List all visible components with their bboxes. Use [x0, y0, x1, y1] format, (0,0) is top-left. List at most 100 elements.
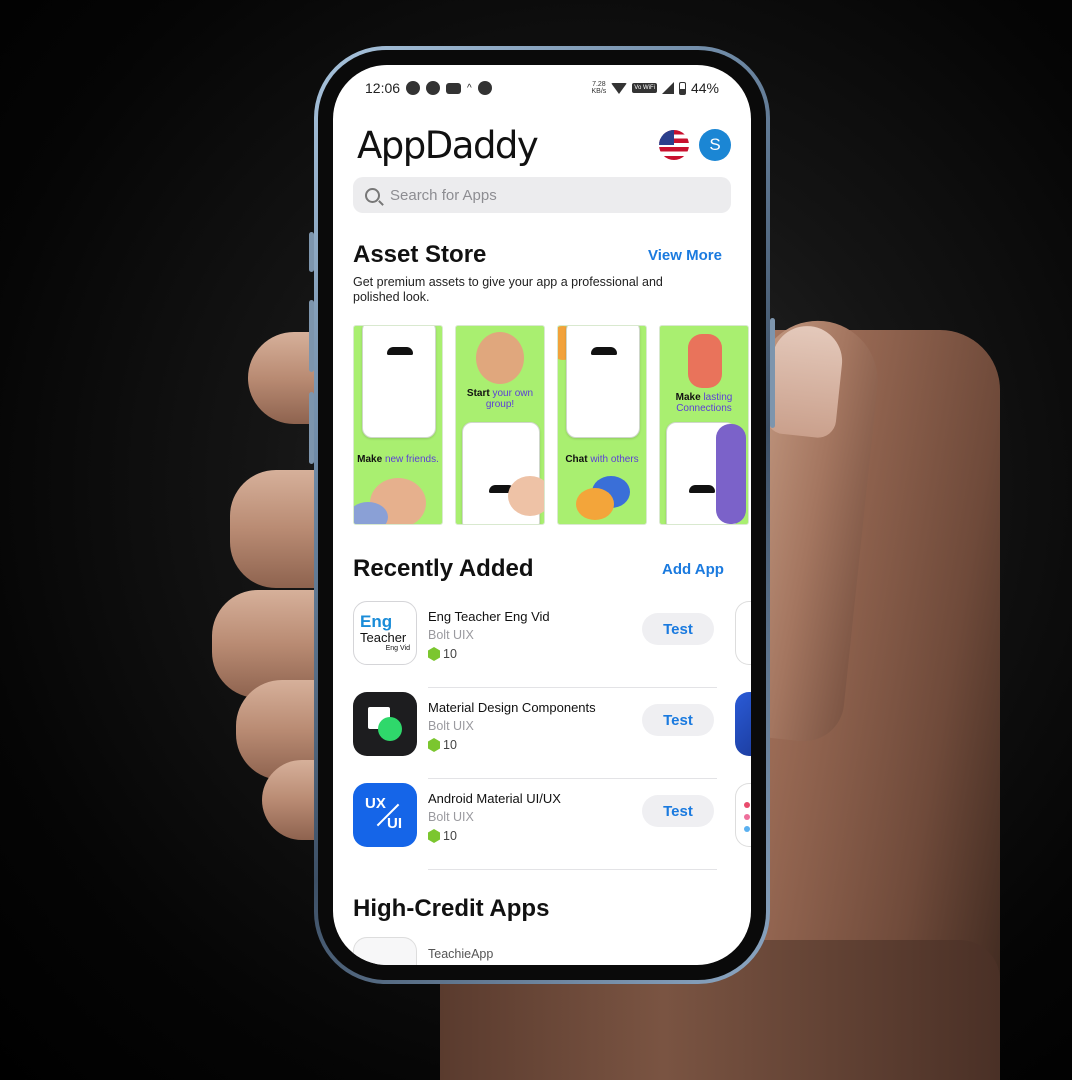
net-speed: 7.28 KB/s	[592, 81, 607, 95]
status-left: 12:06 ^	[365, 80, 492, 96]
phone-bezel: 12:06 ^ 7.28 KB/s Vo WiFi 44% AppDaddy S…	[318, 50, 766, 980]
asset-caption: Make new friends.	[354, 454, 442, 465]
icon-text: Eng Vid	[385, 645, 410, 652]
next-app-icon[interactable]	[735, 601, 751, 665]
us-flag-icon[interactable]	[659, 130, 689, 160]
ux-ui-logo-icon: UX UI	[365, 795, 405, 835]
chat-bubble-icon	[576, 488, 614, 520]
asset-card[interactable]: Make lasting Connections	[659, 325, 749, 525]
asset-caption-bold: Start	[466, 388, 490, 399]
high-credit-title: High-Credit Apps	[353, 895, 550, 922]
message-icon	[426, 81, 441, 95]
search-icon	[365, 187, 380, 203]
next-app-icon[interactable]	[735, 783, 751, 847]
test-button[interactable]: Test	[642, 704, 714, 736]
app-logo[interactable]: AppDaddy	[357, 124, 539, 167]
viber-icon	[477, 81, 492, 95]
credit-value: 10	[443, 829, 457, 843]
dot-shape	[744, 814, 750, 820]
asset-card[interactable]: Chat with others	[557, 325, 647, 525]
asset-store-description: Get premium assets to give your app a pr…	[353, 275, 663, 304]
asset-caption: Start your own group!	[456, 388, 544, 410]
net-speed-value: 7.28	[592, 81, 606, 88]
recent-apps-list: Eng Teacher Eng Vid Eng Teacher Eng Vid …	[353, 597, 751, 870]
battery-percent: 44%	[690, 80, 719, 96]
people-illustration	[688, 334, 722, 388]
asset-caption: Chat with others	[558, 454, 646, 465]
mustache-logo-icon	[591, 347, 617, 355]
phone-mockup	[566, 326, 640, 438]
asset-caption-bold: Chat	[565, 454, 588, 465]
header-actions: S	[659, 129, 731, 161]
search-input[interactable]	[390, 186, 690, 204]
volte-badge: Vo WiFi	[632, 83, 657, 93]
app-row[interactable]: Eng Teacher Eng Vid Eng Teacher Eng Vid …	[353, 597, 751, 688]
app-developer: Bolt UIX	[428, 719, 474, 733]
circle-shape	[378, 717, 402, 741]
eng-teacher-app-icon[interactable]: Eng Teacher Eng Vid	[353, 601, 417, 665]
battery-icon	[678, 81, 686, 95]
test-button[interactable]: Test	[642, 795, 714, 827]
net-speed-unit: KB/s	[591, 88, 607, 95]
credit-icon	[428, 647, 440, 661]
test-button[interactable]: Test	[642, 613, 714, 645]
app-developer: Bolt UIX	[428, 810, 474, 824]
recently-added-title: Recently Added	[353, 555, 534, 582]
status-bar: 12:06 ^ 7.28 KB/s Vo WiFi 44%	[333, 65, 751, 111]
asset-store-title: Asset Store	[353, 241, 487, 268]
app-credits: 10	[428, 738, 457, 752]
ux-ui-app-icon[interactable]: UX UI	[353, 783, 417, 847]
divider	[428, 869, 717, 870]
icon-text: Teacher	[360, 630, 407, 645]
power-button	[770, 318, 775, 428]
material-components-app-icon[interactable]	[353, 692, 417, 756]
whatsapp-icon	[406, 81, 421, 95]
person-illustration	[716, 424, 746, 524]
phone-frame: 12:06 ^ 7.28 KB/s Vo WiFi 44% AppDaddy S…	[314, 46, 770, 984]
avatar[interactable]: S	[699, 129, 731, 161]
caret-icon: ^	[467, 82, 472, 94]
dot-shape	[744, 802, 750, 808]
hand-illustration	[508, 476, 544, 516]
status-right: 7.28 KB/s Vo WiFi 44%	[592, 80, 720, 96]
phone-mockup	[362, 326, 436, 438]
app-row[interactable]: UX UI Android Material UI/UX Bolt UIX 10…	[353, 779, 751, 870]
teachie-app-icon[interactable]	[353, 937, 417, 965]
credit-value: 10	[443, 738, 457, 752]
next-app-icon[interactable]	[735, 692, 751, 756]
asset-carousel[interactable]: Make new friends. Start your own group!	[353, 325, 749, 525]
signal-icon	[661, 82, 674, 94]
asset-caption-accent: with others	[590, 454, 639, 465]
dot-shape	[744, 826, 750, 832]
app-developer: Bolt UIX	[428, 628, 474, 642]
youtube-icon	[446, 82, 462, 94]
add-app-link[interactable]: Add App	[662, 561, 724, 578]
asset-caption: Make lasting Connections	[660, 392, 748, 414]
app-name[interactable]: Material Design Components	[428, 700, 596, 715]
credit-value: 10	[443, 647, 457, 661]
mustache-logo-icon	[387, 347, 413, 355]
asset-caption-bold: Make	[357, 454, 383, 465]
view-more-link[interactable]: View More	[648, 247, 722, 264]
app-credits: 10	[428, 647, 457, 661]
asset-caption-accent: your own group!	[485, 388, 534, 410]
wifi-icon	[611, 82, 628, 94]
app-name[interactable]: TeachieApp	[428, 947, 493, 961]
icon-text: UI	[387, 815, 402, 832]
app-name[interactable]: Android Material UI/UX	[428, 791, 561, 806]
app-row[interactable]: Material Design Components Bolt UIX 10 T…	[353, 688, 751, 779]
shapes-icon	[368, 707, 402, 741]
app-screen: 12:06 ^ 7.28 KB/s Vo WiFi 44% AppDaddy S…	[333, 65, 751, 965]
app-row[interactable]: TeachieApp	[353, 937, 733, 965]
asset-card[interactable]: Make new friends.	[353, 325, 443, 525]
credit-icon	[428, 829, 440, 843]
icon-text: UX	[365, 795, 386, 812]
asset-card[interactable]: Start your own group!	[455, 325, 545, 525]
asset-caption-accent: new friends.	[384, 454, 439, 465]
asset-caption-bold: Make	[675, 392, 701, 403]
app-name[interactable]: Eng Teacher Eng Vid	[428, 609, 550, 624]
icon-text: Eng	[360, 612, 393, 631]
search-bar[interactable]	[353, 177, 731, 213]
credit-icon	[428, 738, 440, 752]
thumbnail	[764, 322, 846, 440]
